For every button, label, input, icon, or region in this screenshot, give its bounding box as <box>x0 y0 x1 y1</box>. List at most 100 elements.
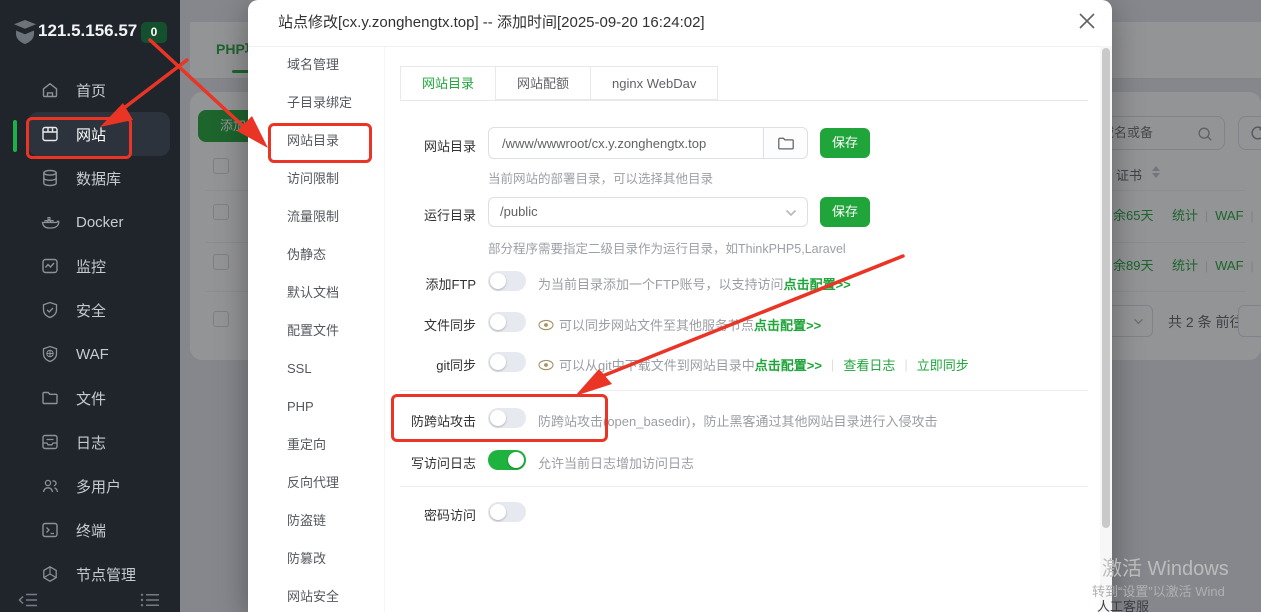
git-sync-desc: 可以从git中下载文件到网站目录中点击配置>>|查看日志|立即同步 <box>538 355 969 374</box>
tab-nginx-webdav[interactable]: nginx WebDav <box>590 66 718 100</box>
shield-globe-icon <box>40 344 60 364</box>
sidebar-item-label: 监控 <box>76 256 106 277</box>
sidebar-item-security[interactable]: 安全 <box>28 288 170 332</box>
site-dir-input[interactable] <box>500 135 759 152</box>
app-root: 121.5.156.57 0 首页 网站 数据库 Docker 监控 安全 <box>0 0 1261 612</box>
menu-item-subdir-bind[interactable]: 子目录绑定 <box>248 84 385 122</box>
sidebar-item-label: 终端 <box>76 520 106 541</box>
menu-item-site-directory[interactable]: 网站目录 <box>248 122 385 160</box>
run-dir-value: /public <box>500 204 538 219</box>
log-icon <box>40 432 60 452</box>
close-button[interactable] <box>1076 10 1102 36</box>
eye-icon <box>538 319 554 331</box>
save-site-dir-button[interactable]: 保存 <box>820 128 870 158</box>
access-log-label: 写访问日志 <box>380 453 476 472</box>
modal-scrollbar-thumb[interactable] <box>1102 48 1110 528</box>
ftp-config-link[interactable]: 点击配置>> <box>784 274 851 293</box>
site-dir-field <box>488 127 808 159</box>
view-log-link[interactable]: 查看日志 <box>843 355 895 374</box>
monitor-icon <box>40 256 60 276</box>
folder-open-icon <box>777 136 795 151</box>
ftp-toggle[interactable] <box>488 271 526 291</box>
browse-folder-button[interactable] <box>763 128 807 158</box>
tab-site-quota[interactable]: 网站配额 <box>495 66 591 100</box>
panel-logo-icon <box>12 19 38 45</box>
cross-site-toggle[interactable] <box>488 408 526 428</box>
section-divider <box>400 486 1088 487</box>
windows-activation-watermark: 激活 Windows <box>1102 552 1229 581</box>
sidebar-item-files[interactable]: 文件 <box>28 376 170 420</box>
users-icon <box>40 476 60 496</box>
file-sync-config-link[interactable]: 点击配置>> <box>754 315 821 334</box>
eye-icon <box>538 359 554 371</box>
cross-site-label: 防跨站攻击 <box>380 411 476 430</box>
git-sync-toggle[interactable] <box>488 352 526 372</box>
home-icon <box>40 80 60 100</box>
run-dir-select[interactable]: /public <box>488 197 808 227</box>
sidebar-item-waf[interactable]: WAF <box>28 332 170 376</box>
save-run-dir-button[interactable]: 保存 <box>820 197 870 227</box>
sidebar-item-home[interactable]: 首页 <box>28 68 170 112</box>
menu-item-php[interactable]: PHP <box>248 388 385 426</box>
menu-item-hotlink[interactable]: 防盗链 <box>248 502 385 540</box>
sidebar-item-database[interactable]: 数据库 <box>28 156 170 200</box>
password-access-toggle[interactable] <box>488 502 526 522</box>
menu-item-ssl[interactable]: SSL <box>248 350 385 388</box>
sidebar: 121.5.156.57 0 首页 网站 数据库 Docker 监控 安全 <box>0 0 180 612</box>
cube-icon <box>40 564 60 584</box>
sidebar-item-label: 网站 <box>76 124 106 145</box>
cross-site-desc: 防跨站攻击(open_basedir)，防止黑客通过其他网站目录进行入侵攻击 <box>538 411 937 430</box>
chevron-down-icon <box>785 209 797 217</box>
file-sync-label: 文件同步 <box>380 315 476 334</box>
file-sync-toggle[interactable] <box>488 312 526 332</box>
sidebar-item-docker[interactable]: Docker <box>28 200 170 244</box>
git-sync-label: git同步 <box>380 355 476 374</box>
modal-tabs: 网站目录 网站配额 nginx WebDav <box>400 66 1088 101</box>
docker-icon <box>40 212 60 232</box>
sidebar-item-nodes[interactable]: 节点管理 <box>28 552 170 596</box>
file-sync-desc: 可以同步网站文件至其他服务节点点击配置>> <box>538 315 821 334</box>
menu-item-domain-manage[interactable]: 域名管理 <box>248 46 385 84</box>
tab-site-directory[interactable]: 网站目录 <box>400 66 496 100</box>
notification-badge[interactable]: 0 <box>141 22 167 43</box>
section-divider <box>400 390 1088 391</box>
menu-item-access-limit[interactable]: 访问限制 <box>248 160 385 198</box>
menu-item-default-doc[interactable]: 默认文档 <box>248 274 385 312</box>
sidebar-item-multiuser[interactable]: 多用户 <box>28 464 170 508</box>
website-icon <box>40 124 60 144</box>
sidebar-item-label: Docker <box>76 214 124 231</box>
active-indicator-bar <box>13 120 17 152</box>
sidebar-item-logs[interactable]: 日志 <box>28 420 170 464</box>
sidebar-item-label: WAF <box>76 346 109 363</box>
git-config-link[interactable]: 点击配置>> <box>755 355 822 374</box>
menu-item-config-file[interactable]: 配置文件 <box>248 312 385 350</box>
menu-item-reverse-proxy[interactable]: 反向代理 <box>248 464 385 502</box>
sidebar-item-label: 文件 <box>76 388 106 409</box>
sync-now-link[interactable]: 立即同步 <box>917 355 969 374</box>
collapse-sidebar-icon[interactable] <box>18 592 38 608</box>
sidebar-item-terminal[interactable]: 终端 <box>28 508 170 552</box>
access-log-toggle[interactable] <box>488 450 526 470</box>
menu-item-tamper-proof[interactable]: 防篡改 <box>248 540 385 578</box>
sidebar-item-label: 首页 <box>76 80 106 101</box>
terminal-icon <box>40 520 60 540</box>
site-dir-label: 网站目录 <box>380 136 476 155</box>
sidebar-item-label: 多用户 <box>76 476 121 497</box>
access-log-desc: 允许当前日志增加访问日志 <box>538 453 694 472</box>
sidebar-item-monitor[interactable]: 监控 <box>28 244 170 288</box>
run-dir-help: 部分程序需要指定二级目录作为运行目录，如ThinkPHP5,Laravel <box>488 238 846 257</box>
password-access-label: 密码访问 <box>380 505 476 524</box>
menu-list-icon[interactable] <box>140 592 160 608</box>
sidebar-item-label: 节点管理 <box>76 564 136 585</box>
menu-item-rewrite[interactable]: 伪静态 <box>248 236 385 274</box>
folder-icon <box>40 388 60 408</box>
server-ip: 121.5.156.57 <box>38 21 137 41</box>
ftp-label: 添加FTP <box>380 274 476 293</box>
site-dir-help: 当前网站的部署目录，可以选择其他目录 <box>488 168 713 187</box>
menu-item-redirect[interactable]: 重定向 <box>248 426 385 464</box>
sidebar-item-label: 安全 <box>76 300 106 321</box>
sidebar-item-website[interactable]: 网站 <box>28 112 170 156</box>
menu-item-site-security[interactable]: 网站安全 <box>248 578 385 612</box>
close-icon <box>1076 10 1098 32</box>
menu-item-traffic-limit[interactable]: 流量限制 <box>248 198 385 236</box>
